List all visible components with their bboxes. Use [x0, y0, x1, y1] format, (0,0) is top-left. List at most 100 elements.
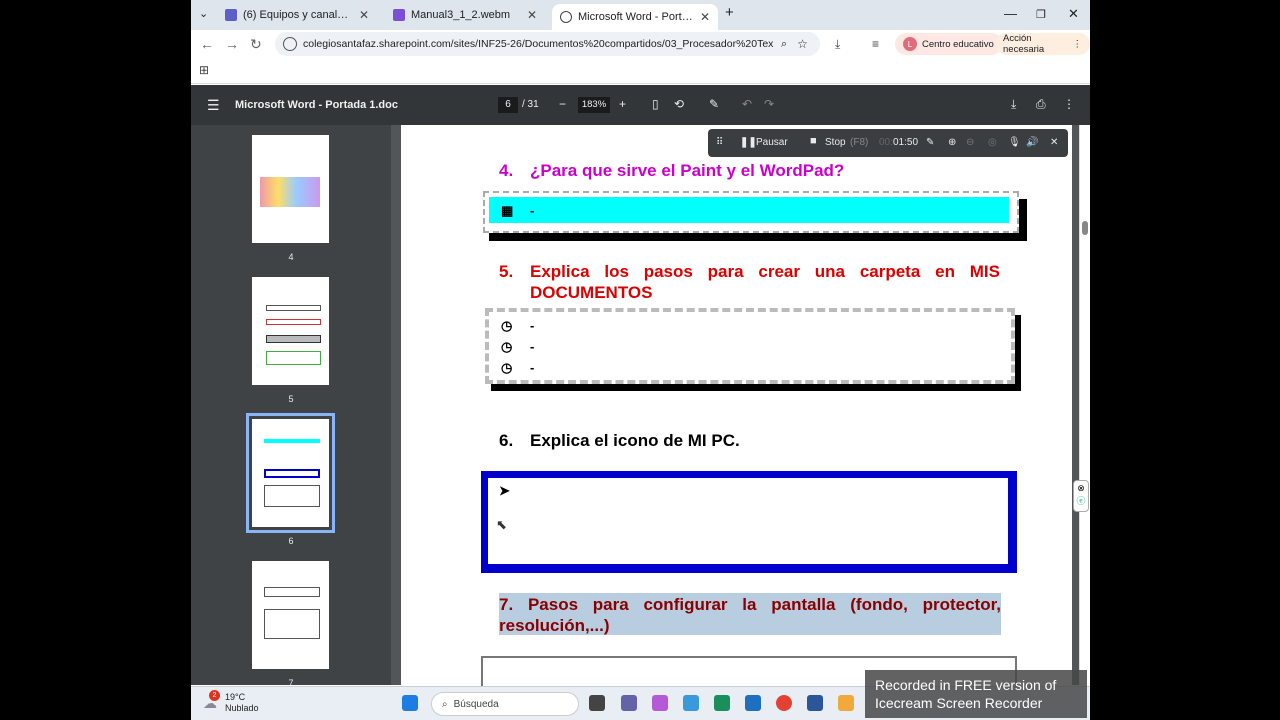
thumbnail-page-7[interactable] — [252, 561, 329, 669]
thumbnail-label: 4 — [288, 252, 294, 262]
recorder-toolbar: ⠿ ❚❚ Pausar ■ Stop (F8) 00: 01:50 ✎ ⊕ ⊖ … — [708, 129, 1068, 157]
edge-icon[interactable] — [714, 695, 730, 711]
annotate-icon[interactable]: ✎ — [709, 97, 719, 111]
zoom-out-icon[interactable]: − — [559, 97, 566, 111]
tab-strip: ⌄ (6) Equipos y canales | 03_Proce ✕ Man… — [191, 0, 1090, 30]
url-text: colegiosantafaz.sharepoint.com/sites/INF… — [303, 38, 773, 50]
edge-icon[interactable]: ⓔ — [1074, 494, 1088, 507]
q5-number: 5. — [499, 262, 514, 281]
back-icon[interactable]: ← — [200, 36, 214, 52]
address-bar[interactable]: colegiosantafaz.sharepoint.com/sites/INF… — [275, 32, 820, 56]
q4-answer-box — [489, 197, 1009, 223]
mouse-cursor-icon: ⬉ — [496, 517, 507, 532]
close-window-icon[interactable]: ✕ — [1068, 6, 1079, 22]
new-tab-icon[interactable]: + — [725, 4, 734, 21]
close-icon[interactable]: ⊗ — [1074, 483, 1088, 494]
q4-text: ¿Para que sirve el Paint y el WordPad? — [530, 161, 845, 180]
microphone-icon[interactable]: 🎙 — [1008, 137, 1021, 148]
restore-icon[interactable]: ❐ — [1036, 8, 1046, 21]
close-icon[interactable]: ✕ — [527, 8, 537, 22]
tab-search-icon[interactable]: ⌄ — [199, 7, 208, 20]
redo-icon[interactable]: ↷ — [764, 97, 774, 111]
fit-page-icon[interactable]: ▯ — [652, 97, 659, 111]
side-extension-icons[interactable]: ⊗ ⓔ — [1073, 480, 1089, 512]
arrow-bullet-icon: ➤ — [499, 483, 510, 498]
profile-label: Centro educativo — [922, 38, 994, 50]
page-total: / 31 — [522, 99, 539, 110]
weather-widget[interactable]: 2 ☁ 19°C Nublado — [203, 690, 259, 714]
stop-icon[interactable]: ■ — [810, 135, 817, 147]
forward-icon[interactable]: → — [225, 36, 239, 52]
pause-icon[interactable]: ❚❚ — [740, 137, 757, 148]
webcam-icon[interactable]: ◎ — [988, 137, 997, 148]
rotate-icon[interactable]: ⟲ — [674, 97, 684, 111]
q5-frame — [485, 308, 1015, 384]
close-recorder-icon[interactable]: ✕ — [1050, 137, 1058, 148]
reload-icon[interactable]: ↻ — [250, 36, 262, 53]
zoom-in-icon[interactable]: ⊕ — [948, 137, 956, 148]
zoom-in-icon[interactable]: + — [619, 97, 626, 111]
q5-text-line1: Explica los pasos para crear una carpeta… — [530, 262, 1000, 281]
pencil-icon[interactable]: ✎ — [926, 137, 934, 148]
q6-answer-box — [481, 471, 1017, 573]
undo-icon[interactable]: ↶ — [742, 97, 752, 111]
stop-button[interactable]: Stop — [825, 137, 846, 148]
zoom-input[interactable]: 183% — [578, 97, 610, 113]
speaker-icon[interactable]: 🔊 — [1026, 137, 1038, 148]
settings-icon[interactable] — [683, 695, 699, 711]
pause-button[interactable]: Pausar — [756, 137, 788, 148]
profile-chip[interactable]: L Centro educativo — [895, 33, 1002, 55]
word-icon[interactable] — [807, 695, 823, 711]
windows-start-icon[interactable] — [402, 695, 418, 711]
teams-icon[interactable] — [621, 695, 637, 711]
search-placeholder: Búsqueda — [453, 698, 499, 710]
close-icon[interactable]: ✕ — [700, 10, 710, 24]
download-pdf-icon[interactable]: ⤓ — [1011, 97, 1016, 112]
more-options-icon[interactable]: ⋮ — [1063, 97, 1075, 111]
scroll-thumb[interactable] — [1082, 221, 1088, 235]
download-icon[interactable]: ⤓ — [835, 37, 840, 52]
apps-grid-icon[interactable]: ⊞ — [199, 63, 209, 77]
video-icon — [393, 9, 405, 21]
menu-icon[interactable]: ☰ — [207, 97, 220, 114]
timer-prefix: 00: — [879, 137, 893, 148]
task-view-icon[interactable] — [589, 695, 605, 711]
q7-text-line2: resolución,...) — [499, 616, 610, 635]
zoom-icon[interactable]: ⌕ — [781, 38, 787, 51]
chrome-icon[interactable] — [776, 695, 792, 711]
thumbnail-page-5[interactable] — [252, 277, 329, 385]
site-info-icon[interactable] — [283, 37, 297, 51]
bookmarks-bar: ⊞ — [191, 58, 1090, 84]
action-label: Acción necesaria — [1003, 33, 1045, 55]
action-chip[interactable]: Acción necesaria ⋮ — [995, 33, 1090, 55]
screen: ⌄ (6) Equipos y canales | 03_Proce ✕ Man… — [191, 0, 1090, 720]
close-icon[interactable]: ✕ — [359, 8, 369, 22]
drag-handle-icon[interactable]: ⠿ — [716, 137, 723, 148]
watermark-line1: Recorded in FREE version of — [875, 677, 1057, 693]
q4-number: 4. — [499, 161, 514, 180]
media-icon[interactable]: ≡ — [872, 37, 879, 51]
document-scrollbar[interactable] — [1079, 125, 1090, 685]
tab-word-doc[interactable]: Microsoft Word - Portada 1.doc ✕ — [552, 4, 718, 30]
tab-manual[interactable]: Manual3_1_2.webm ✕ — [385, 4, 545, 26]
thumbnail-page-6[interactable] — [246, 413, 335, 533]
building-icon: ▦ — [501, 203, 514, 218]
recorder-app-icon[interactable] — [838, 695, 854, 711]
store-icon[interactable] — [745, 695, 761, 711]
minimize-icon[interactable]: — — [1004, 6, 1017, 21]
zoom-out-icon[interactable]: ⊖ — [966, 137, 974, 148]
stop-shortcut: (F8) — [850, 137, 869, 148]
thumbnail-sidebar: 4 5 6 7 — [191, 125, 391, 688]
thumbnail-page-4[interactable] — [252, 135, 329, 243]
print-icon[interactable]: ⎙ — [1036, 97, 1046, 112]
star-icon[interactable]: ☆ — [797, 37, 808, 51]
cloud-icon: ☁ — [203, 695, 217, 711]
tab-teams[interactable]: (6) Equipos y canales | 03_Proce ✕ — [217, 4, 377, 26]
taskbar-search[interactable]: ⌕ Búsqueda — [431, 692, 579, 716]
more-icon[interactable]: ⋮ — [1073, 39, 1083, 50]
temperature: 19°C — [225, 692, 246, 702]
copilot-icon[interactable] — [652, 695, 668, 711]
q5-item: - — [530, 360, 535, 375]
page-input[interactable]: 6 — [498, 97, 518, 113]
weather-text: Nublado — [225, 703, 259, 713]
